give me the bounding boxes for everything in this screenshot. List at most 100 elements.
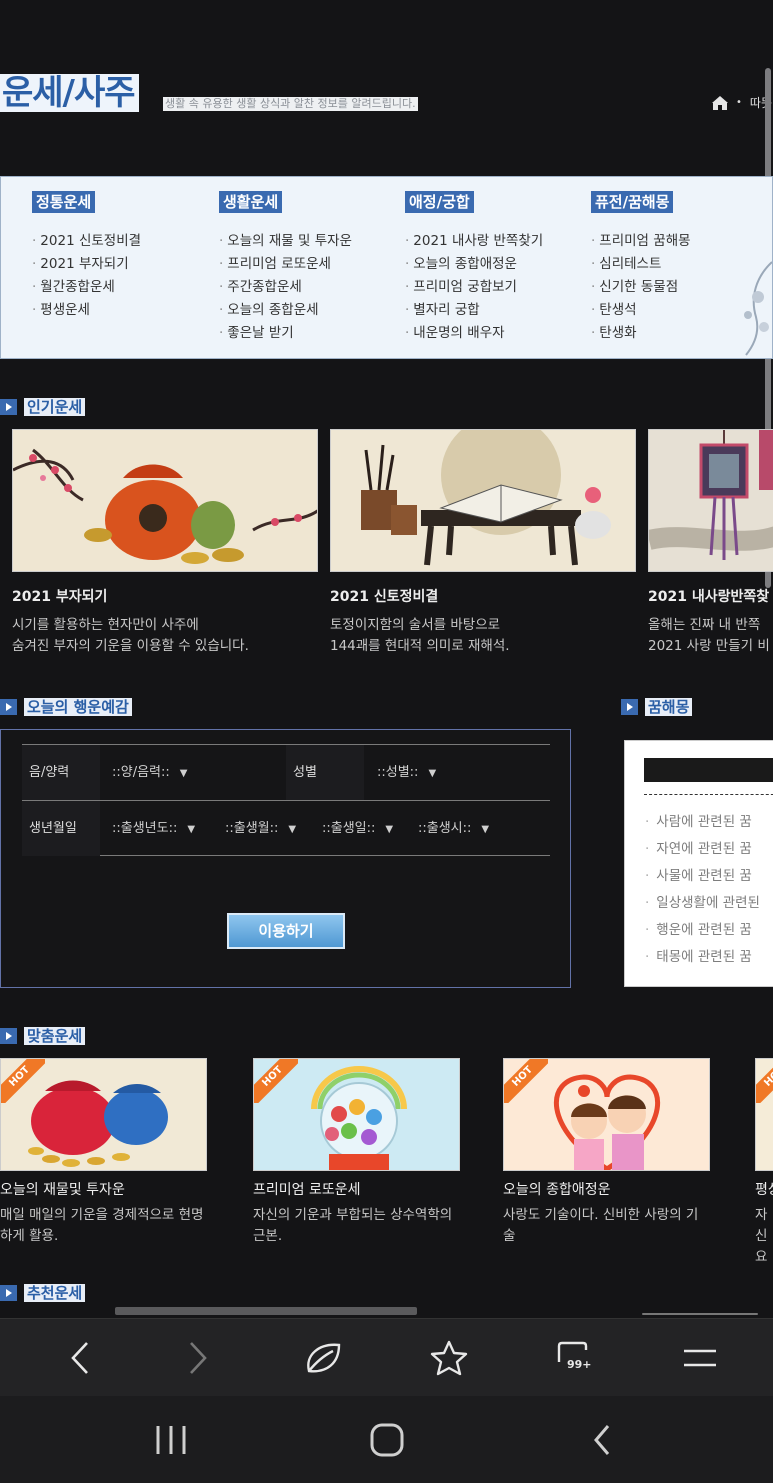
menu-item[interactable]: 프리미엄 꿈해몽 [591, 230, 690, 253]
section-arrow-icon [0, 1028, 17, 1044]
menu-heading[interactable]: 애정/궁합 [405, 191, 474, 213]
book-table-image[interactable] [330, 429, 636, 572]
popular-card-description: 토정이지함의 술서를 바탕으로 144괘를 현대적 의미로 재해석. [330, 617, 510, 654]
section-arrow-icon [0, 399, 17, 415]
custom-card-title[interactable]: 프리미엄 로또운세 [253, 1179, 460, 1199]
back-button[interactable] [52, 1333, 108, 1383]
section-arrow-icon [0, 699, 17, 715]
back-arrow-icon [594, 1425, 610, 1455]
submit-button[interactable]: 이용하기 [227, 913, 345, 949]
menu-item[interactable]: 월간종합운세 [32, 276, 141, 299]
tabs-button[interactable]: 99+ [547, 1333, 603, 1383]
menu-item[interactable]: 프리미엄 궁합보기 [405, 276, 543, 299]
menu-item[interactable]: 평생운세 [32, 299, 141, 322]
menu-item[interactable]: 2021 내사랑 반쪽찾기 [405, 230, 543, 253]
chevron-down-icon: ▼ [481, 824, 490, 835]
birth-month-select[interactable]: ::출생월:: ▼ [225, 801, 296, 856]
custom-card[interactable]: HOT 오늘의 재물및 투자운 매일 매일의 기운을 경제적으로 현명하게 활용… [0, 1058, 207, 1247]
custom-card-image[interactable]: HOT [755, 1058, 773, 1171]
recent-apps-icon [156, 1426, 186, 1454]
birth-hour-select[interactable]: ::출생시:: ▼ [418, 801, 489, 856]
section-arrow-icon [621, 699, 638, 715]
section-arrow-icon [0, 1285, 17, 1301]
dream-list-item[interactable]: 행운에 관련된 꿈 [645, 917, 760, 944]
menu-item[interactable]: 오늘의 종합운세 [219, 299, 352, 322]
popular-card[interactable]: 2021 내사랑반쪽찾 올해는 진짜 내 반쪽 2021 사랑 만들기 비 [648, 429, 773, 657]
dream-list-item[interactable]: 태몽에 관련된 꿈 [645, 944, 760, 971]
breadcrumb-separator: • [736, 97, 742, 108]
forward-button[interactable] [170, 1333, 226, 1383]
popular-card-title[interactable]: 2021 부자되기 [12, 586, 318, 606]
calendar-select[interactable]: ::양/음력:: ▼ [112, 745, 187, 800]
gender-select[interactable]: ::성별:: ▼ [377, 745, 436, 800]
dream-list-item[interactable]: 사물에 관련된 꿈 [645, 863, 760, 890]
menu-item[interactable]: 프리미엄 로또운세 [219, 253, 352, 276]
custom-card[interactable]: HOT 평상 자신 요 [755, 1058, 773, 1268]
menu-item[interactable]: 오늘의 재물 및 투자운 [219, 230, 352, 253]
popular-card-title[interactable]: 2021 내사랑반쪽찾 [648, 586, 773, 606]
menu-column-fusion: 퓨전/꿈해몽 프리미엄 꿈해몽 심리테스트 신기한 동물점 탄생석 탄생화 [591, 191, 691, 345]
section-title-recommend: 추천운세 [0, 1284, 86, 1302]
menu-item[interactable]: 주간종합운세 [219, 276, 352, 299]
dream-search-input[interactable] [644, 758, 773, 782]
horizontal-scrollbar-track [642, 1313, 758, 1315]
page-title[interactable]: 운세/사주 [0, 74, 139, 112]
custom-card-title[interactable]: 평상 [755, 1179, 773, 1199]
home-icon[interactable] [712, 95, 728, 110]
couple-image[interactable]: HOT [503, 1058, 710, 1171]
menu-item[interactable]: 내운명의 배우자 [405, 322, 543, 345]
menu-item[interactable]: 심리테스트 [591, 253, 691, 276]
custom-card[interactable]: HOT 오늘의 종합애정운 사랑도 기술이다. 신비한 사랑의 기술 [503, 1058, 710, 1247]
popular-card-title[interactable]: 2021 신토정비결 [330, 586, 636, 606]
recent-apps-button[interactable] [141, 1418, 201, 1462]
fortune-pouch-image[interactable]: HOT [0, 1058, 207, 1171]
system-back-button[interactable] [572, 1418, 632, 1462]
menu-item[interactable]: 탄생석 [591, 299, 691, 322]
dream-list-item[interactable]: 사람에 관련된 꿈 [645, 809, 760, 836]
ornament-image[interactable] [648, 429, 773, 572]
section-title-popular: 인기운세 [0, 398, 86, 416]
dream-list: 사람에 관련된 꿈 자연에 관련된 꿈 사물에 관련된 꿈 일상생활에 관련된 … [645, 809, 760, 971]
chevron-down-icon: ▼ [428, 768, 437, 779]
birth-day-select[interactable]: ::출생일:: ▼ [322, 801, 393, 856]
dream-list-item[interactable]: 자연에 관련된 꿈 [645, 836, 760, 863]
chevron-left-icon [71, 1342, 88, 1374]
home-button[interactable] [357, 1418, 417, 1462]
dark-mode-button[interactable] [295, 1333, 351, 1383]
birth-year-select[interactable]: ::출생년도:: ▼ [112, 801, 195, 856]
menu-item[interactable]: 별자리 궁합 [405, 299, 543, 322]
custom-card[interactable]: HOT 프리미엄 로또운세 자신의 기운과 부합되는 상수역학의 근본. [253, 1058, 460, 1247]
section-title-dream: 꿈해몽 [621, 698, 693, 716]
system-nav-bar [0, 1396, 773, 1483]
menu-item[interactable]: 2021 신토정비결 [32, 230, 141, 253]
custom-card-description: 자신의 기운과 부합되는 상수역학의 근본. [253, 1207, 453, 1244]
popular-card[interactable]: 2021 부자되기 시기를 활용하는 현자만이 사주에 숨겨진 부자의 기운을 … [12, 429, 318, 657]
custom-card-description: 사랑도 기술이다. 신비한 사랑의 기술 [503, 1207, 699, 1244]
menu-heading[interactable]: 생활운세 [219, 191, 283, 213]
chevron-down-icon: ▼ [385, 824, 394, 835]
menu-button[interactable] [672, 1333, 728, 1383]
custom-card-title[interactable]: 오늘의 종합애정운 [503, 1179, 710, 1199]
menu-item[interactable]: 탄생화 [591, 322, 691, 345]
menu-item[interactable]: 오늘의 종합애정운 [405, 253, 543, 276]
chevron-down-icon: ▼ [179, 768, 188, 779]
ink-flower-decoration [744, 261, 772, 356]
custom-card-title[interactable]: 오늘의 재물및 투자운 [0, 1179, 207, 1199]
lucky-bag-image[interactable] [12, 429, 318, 572]
bookmark-button[interactable] [421, 1333, 477, 1383]
menu-item[interactable]: 좋은날 받기 [219, 322, 352, 345]
custom-card-description: 자신 요 [755, 1207, 768, 1265]
breadcrumb: • 따뜻 [712, 94, 772, 111]
menu-heading[interactable]: 퓨전/꿈해몽 [591, 191, 674, 213]
hot-badge: HOT [756, 1059, 773, 1103]
chevron-down-icon: ▼ [187, 824, 196, 835]
dream-list-item[interactable]: 일상생활에 관련된 [645, 890, 760, 917]
popular-card[interactable]: 2021 신토정비결 토정이지함의 술서를 바탕으로 144괘를 현대적 의미로… [330, 429, 636, 657]
menu-heading[interactable]: 정통운세 [32, 191, 96, 213]
menu-item[interactable]: 2021 부자되기 [32, 253, 141, 276]
category-menu: 정통운세 2021 신토정비결 2021 부자되기 월간종합운세 평생운세 생활… [0, 176, 773, 359]
menu-item[interactable]: 신기한 동물점 [591, 276, 691, 299]
star-icon [430, 1340, 468, 1376]
lotto-machine-image[interactable]: HOT [253, 1058, 460, 1171]
horizontal-scrollbar[interactable] [115, 1307, 417, 1315]
